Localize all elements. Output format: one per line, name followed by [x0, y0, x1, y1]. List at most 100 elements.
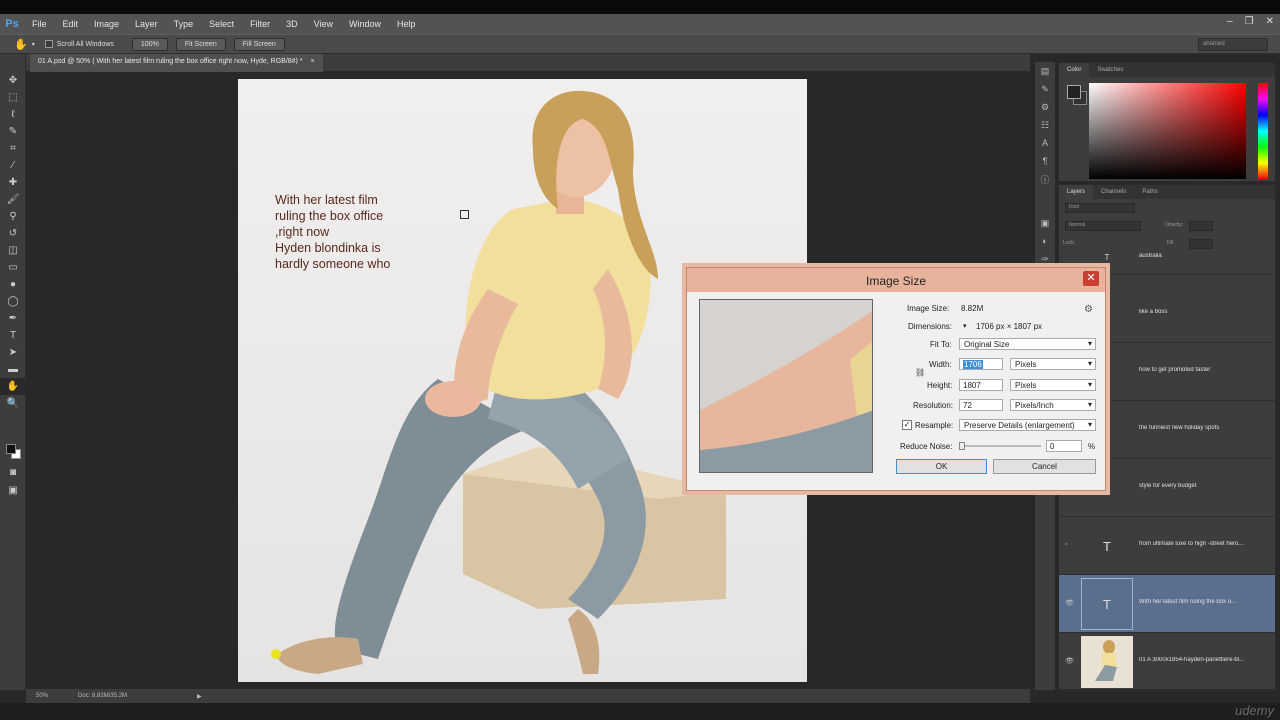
pen-tool-icon[interactable]: ✒ — [0, 310, 26, 327]
history-brush-tool-icon[interactable]: ↺ — [0, 225, 26, 242]
foreground-color-swatch[interactable] — [6, 444, 16, 454]
layer-row[interactable]: 👁 01 A 3000x1854-hayden-panettiere-bl... — [1059, 633, 1275, 691]
brush-panel-icon[interactable]: ✎ — [1035, 80, 1055, 98]
shape-tool-icon[interactable]: ▬ — [0, 361, 26, 378]
text-bounding-handle[interactable] — [460, 210, 469, 219]
image-preview[interactable] — [699, 299, 873, 473]
hue-slider[interactable] — [1258, 83, 1268, 179]
zoom-100-button[interactable]: 100% — [131, 37, 168, 51]
menu-window[interactable]: Window — [341, 19, 389, 29]
properties-panel-icon[interactable]: ⚙ — [1035, 98, 1055, 116]
hand-tool-icon[interactable]: ✋ — [0, 378, 26, 395]
tab-color[interactable]: Color — [1059, 63, 1090, 77]
reduce-noise-slider-thumb[interactable] — [959, 442, 965, 450]
close-tab-icon[interactable]: × — [311, 58, 315, 65]
menu-file[interactable]: File — [24, 19, 55, 29]
close-window-button[interactable]: ✕ — [1266, 16, 1274, 27]
marquee-tool-icon[interactable]: ⬚ — [0, 89, 26, 106]
scroll-all-windows-option[interactable]: Scroll All Windows — [44, 40, 114, 48]
cancel-button[interactable]: Cancel — [993, 459, 1096, 474]
adjustments-panel-icon[interactable]: ☷ — [1035, 116, 1055, 134]
visibility-eye-icon[interactable]: 👁 — [1065, 599, 1074, 607]
visibility-eye-icon[interactable]: 👁 — [1065, 657, 1074, 665]
type-tool-icon[interactable]: T — [0, 327, 26, 344]
minimize-button[interactable]: – — [1227, 16, 1233, 27]
resample-select[interactable]: Preserve Details (enlargement) — [959, 419, 1096, 431]
paragraph-panel-icon[interactable]: ¶ — [1035, 152, 1055, 170]
fit-to-select[interactable]: Original Size — [959, 338, 1096, 350]
fill-screen-button[interactable]: Fill Screen — [233, 37, 285, 51]
ok-button[interactable]: OK — [896, 459, 987, 474]
reduce-noise-input[interactable]: 0 — [1046, 440, 1082, 452]
document-tab[interactable]: 01 A.psd @ 50% ( With her latest film ru… — [30, 54, 323, 72]
menu-type[interactable]: Type — [166, 19, 202, 29]
tab-layers[interactable]: Layers — [1059, 185, 1094, 199]
width-unit-select[interactable]: Pixels — [1010, 358, 1096, 370]
history-panel-icon[interactable]: ▤ — [1035, 62, 1055, 80]
menu-help[interactable]: Help — [389, 19, 424, 29]
tab-paths[interactable]: Paths — [1134, 185, 1165, 199]
menu-select[interactable]: Select — [201, 19, 242, 29]
paths-icon[interactable]: ✑ — [1035, 250, 1055, 268]
document-tab-title: 01 A.psd @ 50% ( With her latest film ru… — [38, 58, 303, 65]
dialog-titlebar[interactable]: Image Size ✕ — [687, 268, 1105, 292]
scroll-all-windows-checkbox[interactable] — [44, 40, 53, 48]
menu-filter[interactable]: Filter — [242, 19, 278, 29]
resample-checkbox[interactable]: ✓ — [902, 420, 912, 430]
channels-icon[interactable]: ◐ — [1035, 232, 1055, 250]
path-select-tool-icon[interactable]: ➤ — [0, 344, 26, 361]
menu-edit[interactable]: Edit — [55, 19, 87, 29]
move-tool-icon[interactable]: ✥ — [0, 72, 26, 89]
fill-field[interactable] — [1189, 239, 1213, 249]
quick-select-tool-icon[interactable]: ✎ — [0, 123, 26, 140]
menu-view[interactable]: View — [306, 19, 341, 29]
layer-row-selected[interactable]: 👁 T With her latest film ruling the box … — [1059, 575, 1275, 633]
zoom-readout[interactable]: 50% — [36, 693, 48, 699]
layer-comps-icon[interactable]: ▣ — [1035, 214, 1055, 232]
gradient-tool-icon[interactable]: ▭ — [0, 259, 26, 276]
status-menu-arrow-icon[interactable]: ▶ — [197, 693, 202, 700]
zoom-tool-icon[interactable]: 🔍 — [0, 395, 26, 412]
info-panel-icon[interactable]: ⓘ — [1035, 170, 1055, 188]
opacity-field[interactable] — [1189, 221, 1213, 231]
fit-screen-button[interactable]: Fit Screen — [175, 37, 226, 51]
crop-tool-icon[interactable]: ⌗ — [0, 140, 26, 157]
layer-row[interactable]: ▫ T from ultimate luxe to high -street h… — [1059, 517, 1275, 575]
reduce-noise-slider[interactable] — [959, 442, 1041, 450]
restore-button[interactable]: ❐ — [1245, 16, 1254, 27]
height-input[interactable]: 1807 — [959, 379, 1003, 391]
resolution-unit-select[interactable]: Pixels/Inch — [1010, 399, 1096, 411]
layer-kind-filter[interactable]: Kind — [1065, 203, 1135, 213]
dimensions-dropdown-icon[interactable]: ▾ — [963, 322, 967, 330]
height-unit-select[interactable]: Pixels — [1010, 379, 1096, 391]
hand-tool-icon[interactable]: ✋ — [14, 38, 28, 51]
tab-swatches[interactable]: Swatches — [1089, 63, 1131, 77]
tool-preset-chevron-icon[interactable]: ▾ — [32, 41, 35, 48]
visibility-toggle-icon[interactable]: ▫ — [1065, 541, 1067, 548]
lasso-tool-icon[interactable]: ℓ — [0, 106, 26, 123]
dialog-close-button[interactable]: ✕ — [1083, 271, 1099, 286]
healing-tool-icon[interactable]: ✚ — [0, 174, 26, 191]
gear-icon[interactable]: ⚙ — [1084, 304, 1093, 315]
tab-channels[interactable]: Channels — [1093, 185, 1134, 199]
brush-tool-icon[interactable]: 🖌 — [0, 191, 26, 208]
dodge-tool-icon[interactable]: ◯ — [0, 293, 26, 310]
constrain-proportions-link-icon[interactable]: ⛓ — [915, 368, 925, 377]
width-input[interactable]: 1706 — [959, 358, 1003, 370]
menu-3d[interactable]: 3D — [278, 19, 306, 29]
quick-mask-icon[interactable]: ◙ — [0, 464, 26, 481]
blend-mode-select[interactable]: Normal — [1065, 221, 1141, 231]
color-picker-field[interactable] — [1089, 83, 1246, 179]
character-panel-icon[interactable]: A — [1035, 134, 1055, 152]
menu-layer[interactable]: Layer — [127, 19, 166, 29]
canvas-text-layer[interactable]: With her latest film ruling the box offi… — [275, 192, 390, 272]
blur-tool-icon[interactable]: ● — [0, 276, 26, 293]
panel-foreground-swatch[interactable] — [1067, 85, 1081, 99]
screen-mode-icon[interactable]: ▣ — [0, 482, 26, 499]
clone-stamp-tool-icon[interactable]: ⚲ — [0, 208, 26, 225]
eyedropper-tool-icon[interactable]: ⁄ — [0, 157, 26, 174]
workspace-switcher[interactable]: ahamed — [1198, 38, 1268, 51]
resolution-input[interactable]: 72 — [959, 399, 1003, 411]
eraser-tool-icon[interactable]: ◫ — [0, 242, 26, 259]
menu-image[interactable]: Image — [86, 19, 127, 29]
